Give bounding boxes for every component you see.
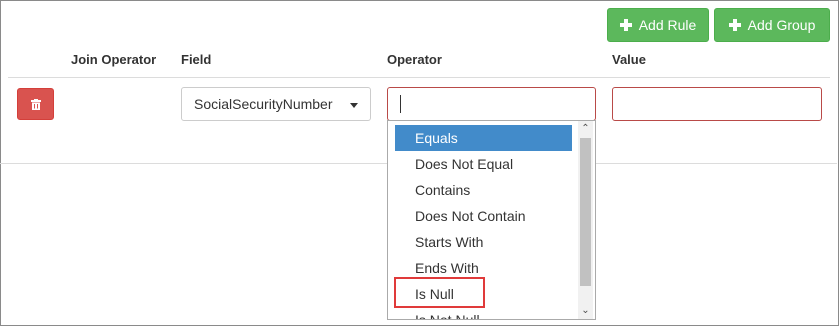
add-rule-button[interactable]: Add Rule: [607, 8, 709, 42]
dropdown-scrollbar[interactable]: ⌃ ⌄: [578, 121, 593, 319]
operator-option[interactable]: Starts With: [395, 229, 572, 255]
field-select-value: SocialSecurityNumber: [194, 96, 333, 112]
add-rule-label: Add Rule: [638, 17, 697, 33]
header-divider: [8, 77, 830, 78]
column-header-join-operator: Join Operator: [71, 52, 157, 67]
value-input[interactable]: [612, 87, 822, 121]
annotation-highlight-box: [394, 277, 485, 308]
caret-down-icon: [350, 103, 358, 108]
plus-icon: [619, 19, 632, 31]
delete-rule-button[interactable]: [17, 88, 54, 120]
operator-option[interactable]: Does Not Equal: [395, 151, 572, 177]
column-header-value: Value: [612, 52, 646, 67]
plus-icon: [728, 19, 741, 31]
operator-option[interactable]: Contains: [395, 177, 572, 203]
scroll-down-arrow-icon[interactable]: ⌄: [581, 306, 590, 316]
trash-icon: [30, 98, 41, 110]
operator-option[interactable]: Equals: [395, 125, 572, 151]
operator-search-input[interactable]: [387, 87, 596, 121]
scroll-thumb[interactable]: [580, 138, 591, 286]
column-header-operator: Operator: [387, 52, 442, 67]
scroll-up-arrow-icon[interactable]: ⌃: [581, 124, 590, 134]
add-group-label: Add Group: [747, 17, 816, 33]
add-group-button[interactable]: Add Group: [714, 8, 830, 42]
operator-option[interactable]: Does Not Contain: [395, 203, 572, 229]
column-header-field: Field: [181, 52, 212, 67]
text-cursor: [400, 95, 401, 113]
field-select[interactable]: SocialSecurityNumber: [181, 87, 371, 121]
operator-option[interactable]: Is Not Null: [395, 307, 572, 319]
